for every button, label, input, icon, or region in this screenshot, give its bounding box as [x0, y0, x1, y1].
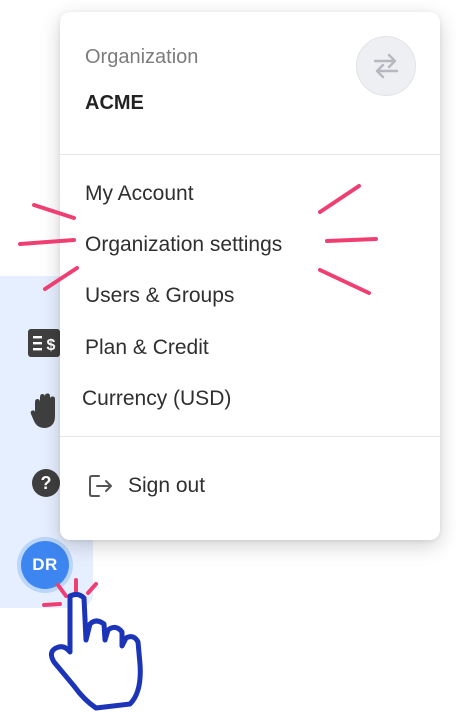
- divider: [60, 154, 440, 155]
- billing-icon[interactable]: $: [27, 328, 61, 358]
- switch-org-button[interactable]: [356, 36, 416, 96]
- divider: [60, 436, 440, 437]
- avatar[interactable]: DR: [21, 541, 69, 589]
- sign-out-label: Sign out: [128, 474, 206, 497]
- menu-item-organization-settings[interactable]: Organization settings: [85, 233, 282, 257]
- sign-out-icon: [89, 475, 112, 497]
- swap-arrows-icon: [373, 53, 399, 79]
- help-icon[interactable]: ?: [31, 468, 61, 498]
- menu-item-currency[interactable]: Currency (USD): [82, 387, 231, 411]
- org-label: Organization: [85, 46, 199, 68]
- avatar-initials: DR: [32, 555, 58, 574]
- svg-text:$: $: [47, 337, 56, 354]
- account-menu: Organization ACME My Account Organizatio…: [60, 12, 440, 540]
- menu-item-plan-credit[interactable]: Plan & Credit: [85, 336, 209, 360]
- svg-text:?: ?: [41, 473, 52, 493]
- menu-item-my-account[interactable]: My Account: [85, 182, 194, 206]
- hand-icon[interactable]: [30, 392, 60, 430]
- org-name: ACME: [85, 92, 144, 114]
- menu-item-users-groups[interactable]: Users & Groups: [85, 284, 234, 308]
- sign-out-button[interactable]: Sign out: [88, 473, 205, 499]
- hand-pointer-icon: [48, 591, 143, 711]
